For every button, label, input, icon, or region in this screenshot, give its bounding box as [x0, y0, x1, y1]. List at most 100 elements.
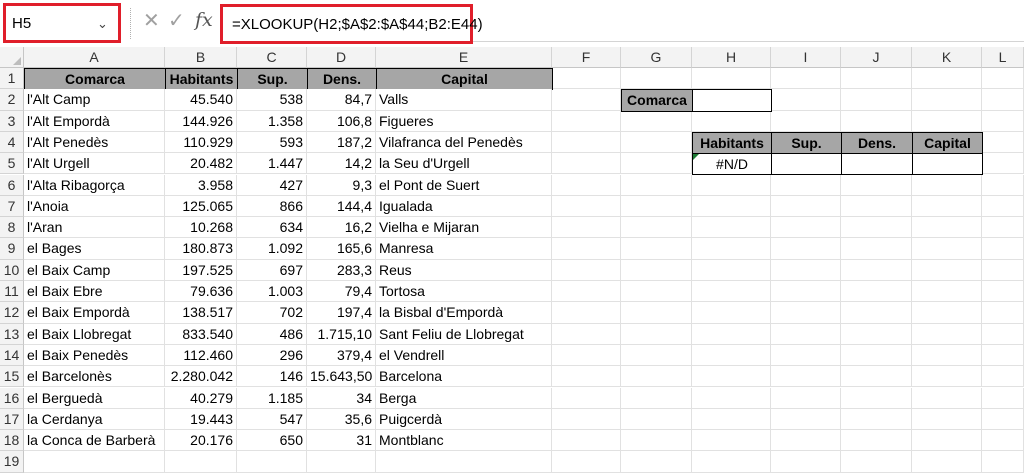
table-cell[interactable]: la Seu d'Urgell [376, 153, 552, 175]
table-cell[interactable]: Reus [376, 259, 552, 281]
table-cell[interactable]: Barcelona [376, 366, 552, 388]
cell[interactable] [982, 259, 1024, 281]
table-cell[interactable]: l'Aran [24, 217, 165, 239]
cell[interactable] [841, 110, 912, 132]
column-header-j[interactable]: J [841, 47, 912, 68]
cell[interactable] [376, 451, 552, 473]
cell[interactable] [621, 131, 692, 154]
cell[interactable] [621, 408, 692, 431]
cell[interactable] [621, 281, 692, 303]
table-cell[interactable]: 16,2 [307, 217, 376, 239]
row-header-16[interactable]: 16 [0, 387, 24, 409]
cell[interactable] [771, 238, 841, 260]
enter-icon[interactable]: ✓ [168, 11, 185, 31]
row-header-10[interactable]: 10 [0, 259, 24, 281]
row-header-1[interactable]: 1 [0, 68, 24, 90]
cell[interactable] [552, 408, 621, 431]
cell[interactable] [621, 110, 692, 132]
cell[interactable] [621, 344, 692, 367]
cell[interactable] [841, 408, 912, 431]
cell[interactable] [982, 281, 1024, 303]
cell[interactable] [982, 238, 1024, 260]
chevron-down-icon[interactable]: ⌄ [97, 16, 108, 32]
cell[interactable] [982, 68, 1024, 90]
table-cell[interactable]: Manresa [376, 238, 552, 260]
table-cell[interactable]: Puigcerdà [376, 408, 552, 431]
table-cell[interactable]: Igualada [376, 195, 552, 218]
table-cell[interactable]: Berga [376, 387, 552, 409]
table-cell[interactable]: Tortosa [376, 281, 552, 303]
table-cell[interactable]: Figueres [376, 110, 552, 132]
table-cell[interactable]: 486 [237, 323, 307, 345]
table-cell[interactable]: la Conca de Barberà [24, 430, 165, 452]
column-header-b[interactable]: B [165, 47, 237, 68]
column-header-f[interactable]: F [552, 47, 621, 68]
cell[interactable] [692, 366, 771, 388]
column-header-a[interactable]: A [24, 47, 165, 68]
table-cell[interactable]: 1.715,10 [307, 323, 376, 345]
table-cell[interactable]: 3.958 [165, 174, 237, 196]
cell[interactable] [982, 89, 1024, 111]
cell[interactable] [692, 174, 771, 196]
table-cell[interactable]: Valls [376, 89, 552, 111]
cell[interactable] [24, 451, 165, 473]
cell[interactable] [771, 323, 841, 345]
table-cell[interactable]: 19.443 [165, 408, 237, 431]
cell[interactable] [841, 68, 912, 90]
row-header-11[interactable]: 11 [0, 281, 24, 303]
cell[interactable] [552, 259, 621, 281]
cell[interactable] [692, 195, 771, 218]
table-cell[interactable]: l'Anoia [24, 195, 165, 218]
table-cell[interactable]: 15.643,50 [307, 366, 376, 388]
column-header-h[interactable]: H [692, 47, 771, 68]
column-header-d[interactable]: D [307, 47, 376, 68]
table-header-comarca[interactable]: Comarca [24, 68, 166, 91]
cell[interactable] [692, 68, 771, 90]
cell[interactable] [982, 387, 1024, 409]
cell[interactable] [621, 153, 692, 175]
cell[interactable] [692, 408, 771, 431]
cell[interactable] [912, 68, 982, 90]
table-cell[interactable]: 538 [237, 89, 307, 111]
table-cell[interactable]: 34 [307, 387, 376, 409]
table-cell[interactable]: 14,2 [307, 153, 376, 175]
cell[interactable] [841, 451, 912, 473]
table-cell[interactable]: 634 [237, 217, 307, 239]
table-cell[interactable]: Montblanc [376, 430, 552, 452]
cell[interactable] [982, 131, 1024, 154]
cell[interactable] [692, 302, 771, 324]
cell[interactable] [841, 302, 912, 324]
cell[interactable] [692, 323, 771, 345]
cell[interactable] [621, 302, 692, 324]
table-cell[interactable]: 20.176 [165, 430, 237, 452]
cell[interactable] [621, 174, 692, 196]
table-header-dens[interactable]: Dens. [307, 68, 377, 91]
table-cell[interactable]: l'Alta Ribagorça [24, 174, 165, 196]
cell[interactable] [552, 302, 621, 324]
cell[interactable] [982, 217, 1024, 239]
cell[interactable] [912, 195, 982, 218]
table-cell[interactable]: 112.460 [165, 344, 237, 367]
cell[interactable] [771, 68, 841, 90]
table-cell[interactable]: 650 [237, 430, 307, 452]
table-cell[interactable]: l'Alt Penedès [24, 131, 165, 154]
cell[interactable] [771, 174, 841, 196]
cell[interactable] [771, 366, 841, 388]
formula-input[interactable]: =XLOOKUP(H2;$A$2:$A$44;B2:E44) [220, 4, 483, 44]
table-cell[interactable]: Vilafranca del Penedès [376, 131, 552, 154]
column-header-k[interactable]: K [912, 47, 982, 68]
row-header-9[interactable]: 9 [0, 238, 24, 260]
table-cell[interactable]: 144.926 [165, 110, 237, 132]
insert-function-icon[interactable]: fx [195, 9, 213, 31]
cell[interactable] [552, 131, 621, 154]
cell[interactable] [771, 451, 841, 473]
table-cell[interactable]: l'Alt Empordà [24, 110, 165, 132]
cell[interactable] [982, 408, 1024, 431]
cell[interactable] [912, 217, 982, 239]
result-value-cell[interactable] [912, 153, 983, 176]
cell[interactable] [552, 217, 621, 239]
table-cell[interactable]: 165,6 [307, 238, 376, 260]
table-cell[interactable]: 10.268 [165, 217, 237, 239]
table-cell[interactable]: 106,8 [307, 110, 376, 132]
table-cell[interactable]: 197.525 [165, 259, 237, 281]
